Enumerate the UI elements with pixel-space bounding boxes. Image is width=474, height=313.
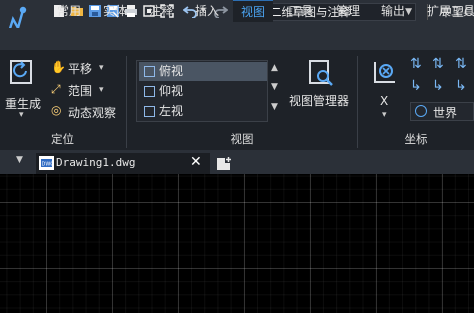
regen-dropdown-arrow[interactable]: ▾ bbox=[19, 110, 24, 120]
ucs-x-button[interactable]: X bbox=[380, 94, 388, 108]
chevron-down-icon: ▼ bbox=[405, 7, 412, 17]
globe-icon bbox=[415, 105, 427, 117]
panel-title-ucs: 坐标 bbox=[404, 132, 428, 146]
pan-icon: ✋ bbox=[51, 60, 66, 74]
bottom-view-icon bbox=[144, 86, 155, 97]
panel-title-view: 视图 bbox=[230, 132, 254, 146]
view-item-bottom[interactable]: 仰视 bbox=[139, 82, 267, 101]
scroll-up-icon[interactable]: ▲ bbox=[271, 63, 278, 73]
tab-manage[interactable]: 管理 bbox=[336, 0, 360, 22]
view-item-left[interactable]: 左视 bbox=[139, 102, 267, 121]
ucs-3point-icon[interactable]: ↳ bbox=[410, 78, 422, 94]
drawing-canvas[interactable] bbox=[0, 174, 474, 313]
expand-gallery-icon[interactable]: ▼ bbox=[271, 102, 278, 112]
ucs-y-icon[interactable]: ⇅ bbox=[410, 56, 422, 72]
chevron-down-icon[interactable]: ▾ bbox=[382, 110, 387, 120]
panel-title-locate: 定位 bbox=[51, 132, 74, 146]
view-gallery-scroll[interactable]: ▲ ▼ ▼ bbox=[268, 60, 282, 122]
extents-button[interactable]: 范围 bbox=[68, 82, 92, 99]
ribbon-tab-bar bbox=[0, 28, 474, 50]
document-tab-label: Drawing1.dwg bbox=[56, 156, 136, 169]
ucs-object-icon[interactable]: ↳ bbox=[455, 78, 467, 94]
top-view-icon bbox=[144, 66, 155, 77]
orbit-button[interactable]: 动态观察 bbox=[68, 104, 116, 121]
svg-text:DWG: DWG bbox=[42, 162, 55, 168]
chevron-down-icon[interactable]: ▾ bbox=[99, 85, 104, 95]
ucs-z-icon[interactable]: ⇅ bbox=[432, 56, 444, 72]
close-icon[interactable]: ✕ bbox=[190, 153, 202, 172]
pan-button[interactable]: 平移 bbox=[68, 60, 92, 77]
document-tab-drawing1[interactable]: DWG Drawing1.dwg ✕ bbox=[36, 153, 210, 174]
view-manager-icon[interactable] bbox=[306, 58, 336, 88]
tab-annotate[interactable]: 注释 bbox=[149, 0, 173, 22]
tab-insert[interactable]: 插入 bbox=[195, 0, 219, 22]
tab-extensions[interactable]: 扩展工具 bbox=[427, 0, 474, 22]
view-item-label: 左视 bbox=[159, 104, 184, 118]
tab-view[interactable]: 视图 bbox=[233, 0, 273, 22]
ucs-origin-icon[interactable]: ⇅ bbox=[455, 56, 467, 72]
new-tab-icon[interactable] bbox=[216, 156, 232, 171]
view-manager-button[interactable]: 视图管理器 bbox=[289, 92, 349, 109]
left-view-icon bbox=[144, 106, 155, 117]
ucs-view-icon[interactable]: ↳ bbox=[432, 78, 444, 94]
view-item-label: 仰视 bbox=[159, 84, 184, 98]
save-icon[interactable] bbox=[88, 4, 102, 18]
view-item-top[interactable]: 俯视 bbox=[139, 62, 267, 81]
ucs-x-icon[interactable] bbox=[371, 58, 399, 86]
regen-icon[interactable] bbox=[8, 58, 38, 88]
tab-home[interactable]: 常用 bbox=[57, 0, 81, 22]
chevron-down-icon[interactable]: ▾ bbox=[99, 63, 104, 73]
scroll-down-icon[interactable]: ▼ bbox=[271, 82, 278, 92]
view-gallery: 俯视 仰视 左视 bbox=[136, 60, 268, 122]
view-item-label: 俯视 bbox=[159, 64, 184, 78]
ucs-world-label: 世界 bbox=[433, 106, 458, 120]
ucs-world-selector[interactable]: 世界 bbox=[410, 102, 474, 121]
tab-list-dropdown-icon[interactable]: ▼ bbox=[16, 155, 23, 165]
orbit-icon: ◎ bbox=[51, 103, 62, 117]
tab-output[interactable]: 输出 bbox=[381, 0, 405, 22]
tab-solid[interactable]: 实体 bbox=[103, 0, 127, 22]
tab-tools[interactable]: 工具 bbox=[289, 0, 313, 22]
zoom-extents-icon: ⤢ bbox=[51, 82, 61, 96]
dwg-file-icon: DWG bbox=[39, 156, 54, 170]
